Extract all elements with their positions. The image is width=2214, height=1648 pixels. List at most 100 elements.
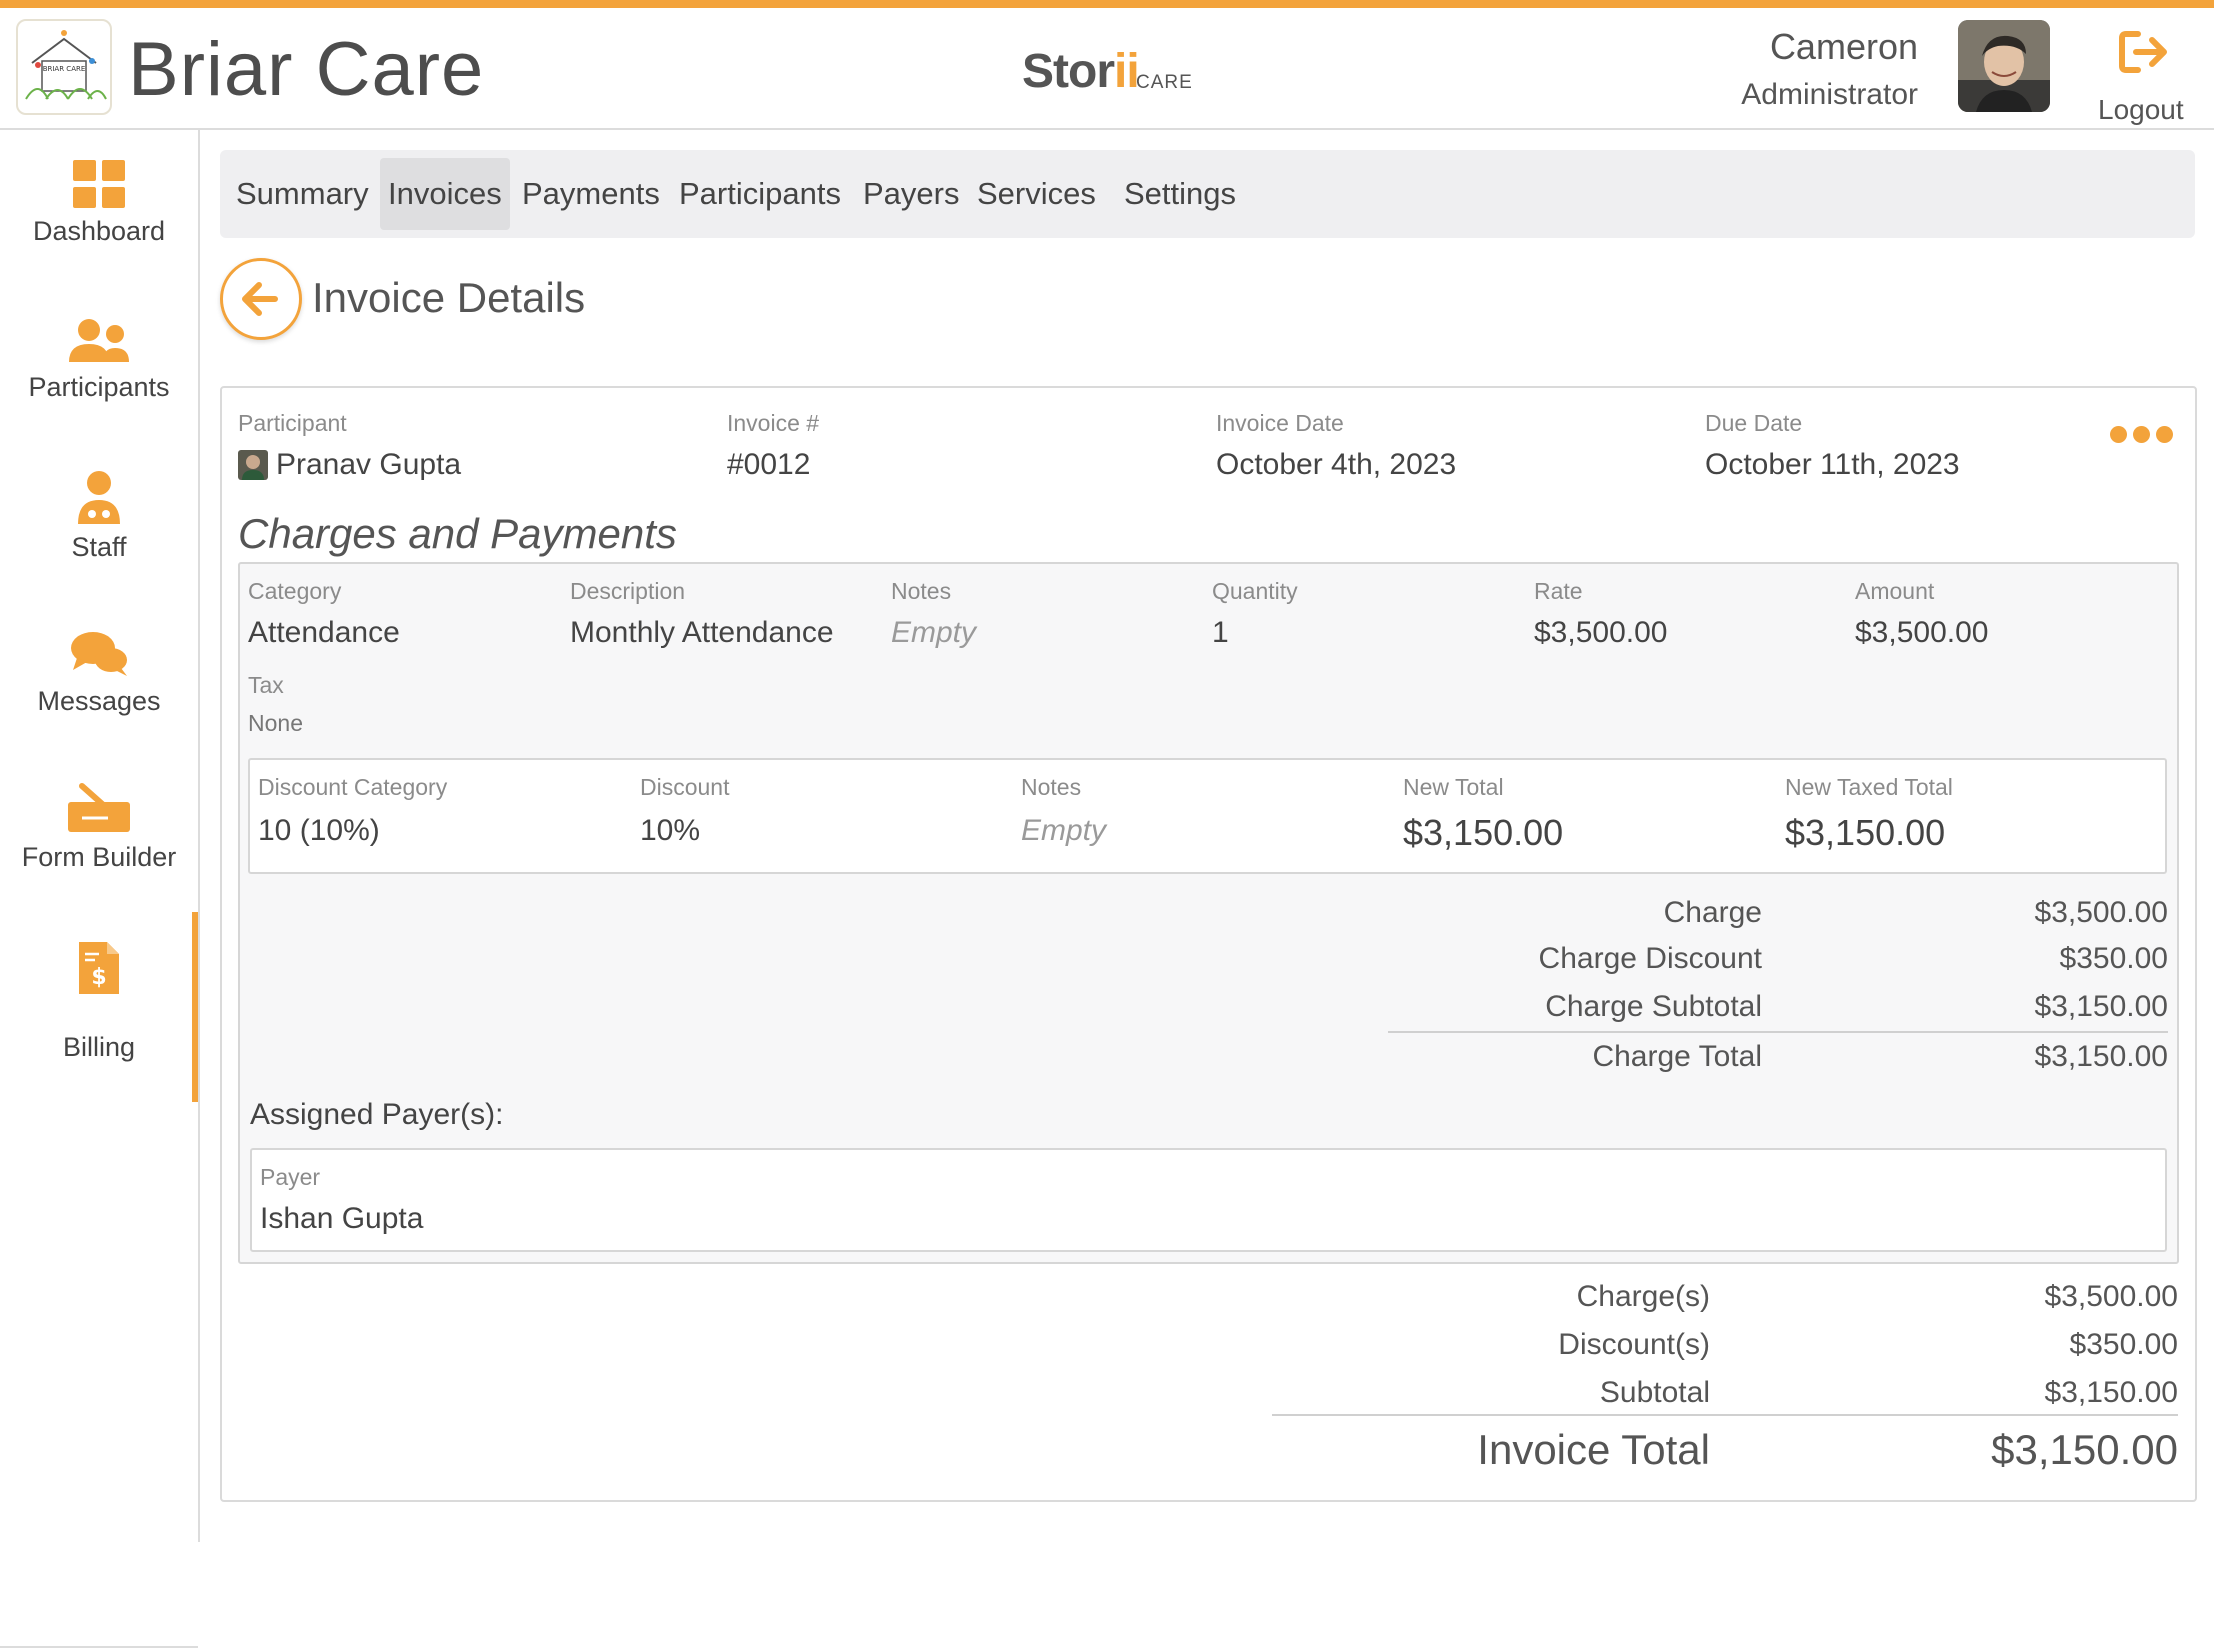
discount-header: Discount xyxy=(640,774,730,800)
tab-services[interactable]: Services xyxy=(969,158,1104,230)
new-total: $3,150.00 xyxy=(1403,812,1564,853)
charge-notes: Empty xyxy=(891,616,977,649)
charge-total-label: Charge Total xyxy=(1592,1040,1762,1073)
rate-header: Rate xyxy=(1534,578,1583,604)
sidebar: Dashboard Participants Staff Messages Fo… xyxy=(0,130,200,1648)
sidebar-item-participants[interactable]: Participants xyxy=(0,318,198,403)
discount-value: 10% xyxy=(640,814,701,847)
tab-settings[interactable]: Settings xyxy=(1116,158,1244,230)
participant-label: Participant xyxy=(238,410,347,436)
discounts-total-value: $350.00 xyxy=(2069,1328,2178,1361)
due-date: October 11th, 2023 xyxy=(1705,448,1960,481)
app-header: BRIAR CARE Briar Care Storii CARE Camero… xyxy=(0,8,2214,130)
charge-subtotal-value: $3,150.00 xyxy=(2034,990,2168,1023)
sidebar-item-staff[interactable]: Staff xyxy=(0,470,198,563)
amount-header: Amount xyxy=(1855,578,1935,604)
sidebar-item-label: Form Builder xyxy=(21,842,177,872)
tax-label: Tax xyxy=(248,672,284,698)
charge-quantity: 1 xyxy=(1212,616,1229,649)
svg-text:BRIAR CARE: BRIAR CARE xyxy=(43,65,86,73)
sidebar-item-messages[interactable]: Messages xyxy=(0,630,198,717)
charge-amount: $3,500.00 xyxy=(1855,616,1989,649)
notes-header: Notes xyxy=(891,578,952,604)
payer-panel xyxy=(250,1148,2167,1252)
charge-label: Charge xyxy=(1663,896,1762,929)
charge-summary-divider xyxy=(1388,1031,2168,1033)
svg-text:$: $ xyxy=(91,965,106,990)
discount-notes: Empty xyxy=(1021,814,1107,847)
charge-description: Monthly Attendance xyxy=(570,616,834,649)
page-title: Invoice Details xyxy=(312,274,586,321)
tax-value: None xyxy=(248,710,303,736)
arrow-left-icon xyxy=(242,282,278,316)
charges-total-value: $3,500.00 xyxy=(2044,1280,2178,1313)
tab-invoices[interactable]: Invoices xyxy=(380,158,510,230)
discount-notes-header: Notes xyxy=(1021,774,1082,800)
sidebar-item-label: Messages xyxy=(37,686,161,716)
logout-icon[interactable] xyxy=(2116,28,2172,76)
tab-participants[interactable]: Participants xyxy=(671,158,849,230)
briar-care-logo[interactable]: BRIAR CARE xyxy=(16,19,112,115)
more-options-icon[interactable] xyxy=(2110,426,2180,446)
category-header: Category xyxy=(248,578,342,604)
sidebar-active-indicator xyxy=(192,912,198,1102)
invoice-total-value: $3,150.00 xyxy=(1991,1426,2178,1473)
sidebar-item-label: Billing xyxy=(62,1032,136,1062)
discounts-total-label: Discount(s) xyxy=(1558,1328,1710,1361)
invoice-number: #0012 xyxy=(727,448,811,481)
charges-section-title: Charges and Payments xyxy=(238,510,677,557)
user-avatar[interactable] xyxy=(1958,20,2050,112)
form-builder-icon xyxy=(68,783,130,832)
new-total-header: New Total xyxy=(1403,774,1504,800)
staff-icon xyxy=(78,471,120,524)
sidebar-item-label: Dashboard xyxy=(32,216,166,246)
participant-name[interactable]: Pranav Gupta xyxy=(276,448,461,482)
back-button[interactable] xyxy=(220,258,302,340)
new-taxed-total-header: New Taxed Total xyxy=(1785,774,1953,800)
user-name: Cameron xyxy=(1769,26,1918,67)
sidebar-item-billing[interactable]: $ Billing xyxy=(0,940,198,1063)
brand-name: Storii xyxy=(1022,45,1140,98)
invoice-date: October 4th, 2023 xyxy=(1216,448,1457,481)
payer-header: Payer xyxy=(260,1164,321,1190)
chat-bubbles-icon xyxy=(71,632,127,676)
tab-payments[interactable]: Payments xyxy=(514,158,668,230)
new-taxed-total: $3,150.00 xyxy=(1785,812,1946,853)
tab-payers[interactable]: Payers xyxy=(855,158,967,230)
charge-total-value: $3,150.00 xyxy=(2034,1040,2168,1073)
assigned-payers-label: Assigned Payer(s): xyxy=(250,1098,504,1131)
dashboard-grid-icon xyxy=(73,160,125,208)
charges-total-label: Charge(s) xyxy=(1576,1280,1710,1313)
app-title: Briar Care xyxy=(128,27,485,112)
people-icon xyxy=(69,319,129,362)
charge-rate: $3,500.00 xyxy=(1534,616,1668,649)
subtotal-label: Subtotal xyxy=(1599,1376,1710,1409)
description-header: Description xyxy=(570,578,686,604)
totals-divider xyxy=(1272,1414,2178,1416)
participant-avatar xyxy=(238,450,268,480)
charge-discount-label: Charge Discount xyxy=(1538,942,1762,975)
sidebar-item-dashboard[interactable]: Dashboard xyxy=(0,160,198,247)
brand-sub: CARE xyxy=(1136,72,1193,93)
payer-name[interactable]: Ishan Gupta xyxy=(260,1202,423,1236)
discount-category-header: Discount Category xyxy=(258,774,448,800)
user-role: Administrator xyxy=(1741,78,1918,111)
billing-tabs: Summary Invoices Payments Participants P… xyxy=(220,150,2195,238)
quantity-header: Quantity xyxy=(1212,578,1298,604)
charge-value: $3,500.00 xyxy=(2034,896,2168,929)
due-date-label: Due Date xyxy=(1705,410,1803,436)
top-accent-bar xyxy=(0,0,2214,8)
sidebar-item-form-builder[interactable]: Form Builder xyxy=(0,782,198,873)
tab-summary[interactable]: Summary xyxy=(228,158,377,230)
logout-button[interactable]: Logout xyxy=(2098,94,2184,126)
invoice-total-label: Invoice Total xyxy=(1477,1426,1710,1473)
invoice-date-label: Invoice Date xyxy=(1216,410,1344,436)
charge-discount-value: $350.00 xyxy=(2059,942,2168,975)
charge-category: Attendance xyxy=(248,616,400,649)
sidebar-item-label: Staff xyxy=(71,532,127,562)
discount-category: 10 (10%) xyxy=(258,814,380,847)
sidebar-item-label: Participants xyxy=(28,372,170,402)
billing-document-icon: $ xyxy=(79,942,119,994)
charge-subtotal-label: Charge Subtotal xyxy=(1545,990,1762,1023)
subtotal-value: $3,150.00 xyxy=(2044,1376,2178,1409)
